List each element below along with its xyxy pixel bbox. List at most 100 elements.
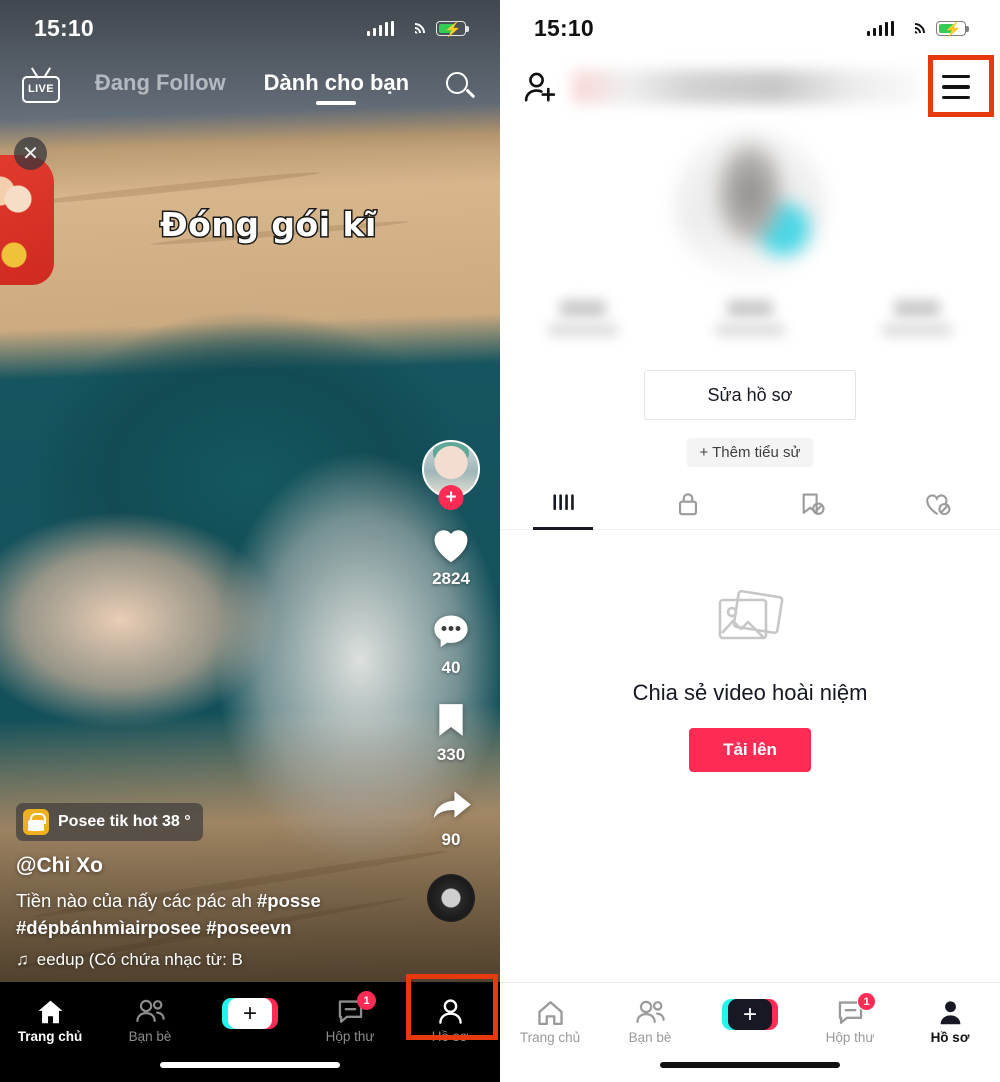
status-bar: 15:10 ⚡ [500, 0, 1000, 56]
bottom-nav-right: Trang chủ Bạn bè + 1 Hộp thư Hồ sơ [500, 982, 1000, 1082]
close-icon[interactable]: ✕ [14, 137, 47, 170]
nav-ban-be[interactable]: Bạn bè [100, 992, 200, 1044]
share-count: 90 [441, 830, 461, 849]
shop-badge[interactable]: Posee tik hot 38 ° [16, 803, 203, 842]
signal-bars-icon [366, 20, 394, 36]
nav-create[interactable]: + [700, 993, 800, 1034]
music-label: eedup (Có chứa nhạc từ: B [36, 950, 243, 969]
video-caption: Posee tik hot 38 ° @Chi Xo Tiền nào của … [16, 803, 436, 970]
like-button[interactable]: 2824 [429, 524, 473, 589]
tab-dang-follow[interactable]: Đang Follow [95, 70, 226, 105]
nav-ban-be[interactable]: Bạn bè [600, 993, 700, 1045]
feed-header: LIVE Đang Follow Dành cho bạn [0, 60, 500, 114]
gift-icon[interactable] [0, 155, 54, 285]
profile-username-blurred[interactable] [572, 70, 920, 104]
status-time: 15:10 [534, 14, 594, 41]
live-icon[interactable]: LIVE [22, 70, 60, 104]
bookmark-button[interactable]: 330 [432, 700, 470, 765]
left-phone-video-feed: 15:10 ⚡ LIVE Đang Follow Dành cho bạn ✕ … [0, 0, 500, 1082]
nav-label: Trang chủ [519, 1030, 581, 1045]
music-note-icon: ♫ [16, 950, 29, 969]
signal-bars-icon [866, 20, 894, 36]
nav-label: Hộp thư [325, 1029, 375, 1044]
dual-screenshot: 15:10 ⚡ LIVE Đang Follow Dành cho bạn ✕ … [0, 0, 1000, 1082]
nav-label: Hồ sơ [431, 1029, 469, 1044]
home-indicator [160, 1062, 340, 1068]
add-friend-icon[interactable] [522, 69, 558, 105]
hamburger-menu-icon[interactable] [934, 67, 978, 107]
tab-bookmarks-hidden[interactable] [750, 478, 875, 529]
creator-avatar[interactable]: + [422, 440, 480, 510]
add-bio-chip[interactable]: + Thêm tiểu sử [686, 438, 814, 467]
stat-likes[interactable] [833, 300, 1000, 354]
battery-charging-icon: ⚡ [436, 20, 469, 36]
empty-state: Chia sẻ video hoài niệm Tải lên [500, 588, 1000, 772]
search-icon[interactable] [444, 70, 478, 104]
grid-posts-icon [552, 493, 574, 510]
status-icons: ⚡ [866, 18, 969, 47]
video-overlay-text: Đóng gói kĩ [159, 204, 378, 246]
nav-ho-so[interactable]: Hồ sơ [900, 993, 1000, 1045]
nav-label: Trang chủ [17, 1029, 83, 1044]
stat-following[interactable] [500, 300, 667, 354]
bookmark-hidden-icon [802, 493, 825, 515]
right-phone-profile: 15:10 ⚡ Sửa hồ sơ + Thêm tiểu sử Chia sẻ… [500, 0, 1000, 1082]
nav-hop-thu[interactable]: 1 Hộp thư [800, 992, 900, 1045]
wifi-icon [900, 18, 930, 47]
live-label: LIVE [27, 83, 55, 95]
status-time: 15:10 [34, 14, 94, 41]
status-bar: 15:10 ⚡ [0, 0, 500, 56]
profile-header [500, 56, 1000, 118]
inbox-badge: 1 [857, 992, 876, 1011]
bottom-nav-left: Trang chủ Bạn bè + 1 Hộp thư Hồ sơ [0, 982, 500, 1082]
upload-button[interactable]: Tải lên [689, 728, 811, 772]
nav-hop-thu[interactable]: 1 Hộp thư [300, 991, 400, 1044]
shop-label: Posee tik hot 38 ° [58, 813, 191, 831]
edit-profile-button[interactable]: Sửa hồ sơ [644, 370, 856, 420]
nav-ho-so[interactable]: Hồ sơ [400, 992, 500, 1044]
friends-icon [635, 1000, 665, 1024]
profile-icon [940, 1001, 960, 1025]
home-icon [38, 1000, 62, 1024]
caption-description: Tiền nào của nấy các pác ah #posse #dépb… [16, 888, 436, 941]
hashtag-line2[interactable]: #dépbánhmìairposee #poseevn [16, 917, 292, 938]
comment-count: 40 [441, 658, 461, 677]
profile-tabs [500, 478, 1000, 530]
stat-followers[interactable] [667, 300, 834, 354]
status-icons: ⚡ [366, 18, 469, 47]
plus-follow-icon[interactable]: + [438, 485, 464, 510]
profile-avatar[interactable] [675, 130, 825, 280]
comment-icon [434, 615, 468, 648]
tab-likes-hidden[interactable] [875, 478, 1000, 529]
heart-hidden-icon [925, 493, 950, 515]
friends-icon [135, 999, 165, 1023]
tab-private[interactable] [625, 478, 750, 529]
nav-create[interactable]: + [200, 992, 300, 1033]
photos-stack-icon [718, 589, 784, 640]
nav-trang-chu[interactable]: Trang chủ [0, 992, 100, 1044]
nav-label: Bạn bè [128, 1029, 172, 1044]
empty-state-title: Chia sẻ video hoài niệm [632, 680, 868, 705]
hashtag-posse[interactable]: #posse [257, 890, 321, 911]
nav-trang-chu[interactable]: Trang chủ [500, 993, 600, 1045]
tab-danh-cho-ban[interactable]: Dành cho bạn [264, 70, 409, 105]
tab-grid-posts[interactable] [500, 478, 625, 529]
wifi-icon [400, 18, 430, 47]
bookmark-icon [439, 704, 463, 736]
home-icon [537, 1001, 563, 1026]
create-plus-icon[interactable]: + [722, 999, 778, 1030]
nav-label: Bạn bè [628, 1030, 672, 1045]
feed-tabs: Đang Follow Dành cho bạn [60, 70, 444, 105]
nav-label: Hộp thư [825, 1030, 875, 1045]
comment-button[interactable]: 40 [429, 611, 473, 678]
profile-stats-row [500, 300, 1000, 354]
caption-text: Tiền nào của nấy các pác ah [16, 890, 257, 912]
lock-private-icon [678, 492, 697, 515]
music-row[interactable]: ♫ eedup (Có chứa nhạc từ: B [16, 950, 436, 970]
creator-username[interactable]: @Chi Xo [16, 854, 436, 878]
nav-label: Hồ sơ [930, 1030, 970, 1045]
inbox-badge: 1 [357, 991, 376, 1010]
like-count: 2824 [432, 569, 470, 588]
heart-icon [434, 530, 468, 563]
create-plus-icon[interactable]: + [222, 998, 278, 1029]
